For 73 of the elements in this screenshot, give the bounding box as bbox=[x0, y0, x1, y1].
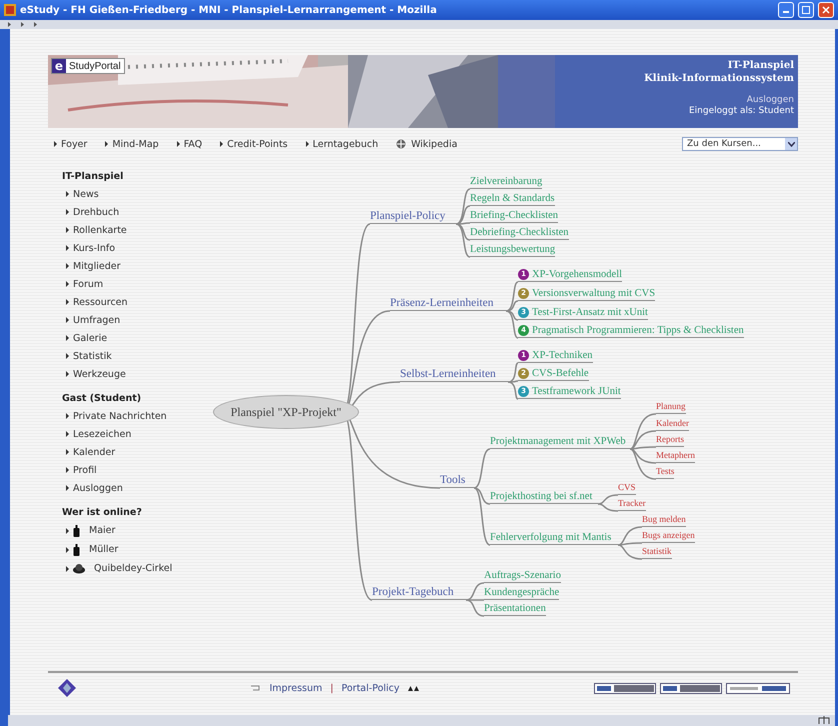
sidebar-link[interactable]: Quibeldey-Cirkel bbox=[62, 559, 200, 578]
nav-link[interactable]: Credit-Points bbox=[220, 138, 288, 150]
mindmap-link[interactable]: Planspiel-Policy bbox=[370, 209, 456, 224]
sidebar-link[interactable]: Galerie bbox=[62, 329, 200, 347]
mindmap-link[interactable]: Fehlerverfolgung mit Mantis bbox=[490, 530, 618, 545]
sidebar-link[interactable]: Kalender bbox=[62, 443, 200, 461]
mindmap-link[interactable]: Tests bbox=[656, 464, 674, 479]
mindmap-link[interactable]: Projekt-Tagebuch bbox=[372, 585, 466, 600]
mindmap-link[interactable]: Briefing-Checklisten bbox=[470, 208, 558, 223]
mindmap-link[interactable]: Regeln & Standards bbox=[470, 191, 555, 206]
sidebar-link[interactable]: Maier bbox=[62, 521, 200, 540]
section-title: Wer ist online? bbox=[62, 507, 143, 518]
mindmap-link[interactable]: Präsentationen bbox=[484, 601, 546, 616]
mindmap-link[interactable]: Selbst-Lerneinheiten bbox=[400, 367, 508, 382]
node-label: CVS-Befehle bbox=[532, 368, 589, 378]
node-label: Testframework JUnit bbox=[532, 386, 621, 396]
sidebar-link[interactable]: Ausloggen bbox=[62, 479, 200, 497]
mindmap-link[interactable]: Statistik bbox=[642, 544, 672, 559]
node-label: XP-Techniken bbox=[532, 350, 592, 360]
section-title: Gast (Student) bbox=[62, 393, 142, 404]
mindmap-link[interactable]: Projekthosting bei sf.net bbox=[490, 489, 598, 504]
section-title: IT-Planspiel bbox=[62, 171, 124, 182]
footer-link[interactable]: Impressum bbox=[269, 682, 322, 694]
logo-text: StudyPortal bbox=[68, 60, 122, 72]
link-separator: | bbox=[330, 682, 334, 694]
mindmap-link[interactable]: Leistungsbewertung bbox=[470, 242, 556, 257]
mindmap-link[interactable]: Auftrags-Szenario bbox=[484, 568, 561, 583]
sidebar-link[interactable]: Drehbuch bbox=[62, 203, 200, 221]
sidebar-link[interactable]: Werkzeuge bbox=[62, 365, 200, 383]
window-title: eStudy - FH Gießen-Friedberg - MNI - Planspiel-Lernarrangement - Mozilla bbox=[20, 4, 438, 16]
mindmap-link[interactable]: Tracker bbox=[618, 496, 646, 511]
node-label: Test-First-Ansatz mit xUnit bbox=[532, 306, 648, 318]
mindmap-link[interactable]: Zielvereinbarung bbox=[470, 174, 542, 189]
mindmap-link[interactable]: Bugs anzeigen bbox=[642, 528, 695, 543]
nav-link[interactable]: Mind-Map bbox=[105, 138, 159, 150]
site-subtitle: Klinik-Informationssystem bbox=[644, 72, 794, 85]
node-label: Versionsverwaltung mit CVS bbox=[532, 288, 656, 298]
sidebar-link[interactable]: News bbox=[62, 185, 200, 203]
node-label: Pragmatisch Programmieren: Tipps & Checklisten bbox=[532, 324, 744, 336]
mindmap-link[interactable]: Projektmanagement mit XPWeb bbox=[490, 434, 630, 449]
mindmap-link[interactable]: CVS bbox=[618, 480, 636, 495]
mindmap-link[interactable]: Kundengespräche bbox=[484, 585, 560, 600]
logo-mark: e bbox=[52, 59, 66, 73]
sidebar-link[interactable]: Private Nachrichten bbox=[62, 407, 200, 425]
nav-link[interactable]: Lerntagebuch bbox=[306, 138, 378, 150]
sidebar-link[interactable]: Forum bbox=[62, 275, 200, 293]
footer-link[interactable]: Portal-Policy bbox=[341, 682, 400, 694]
logout-link[interactable]: Ausloggen bbox=[746, 95, 794, 106]
mindmap-link[interactable]: Kalender bbox=[656, 416, 689, 431]
nav-link[interactable]: Foyer bbox=[54, 138, 88, 150]
sidebar-link[interactable]: Ressourcen bbox=[62, 293, 200, 311]
mindmap-link[interactable]: Metaphern bbox=[656, 448, 695, 463]
sidebar-link[interactable]: Umfragen bbox=[62, 311, 200, 329]
mindmap-link[interactable]: Präsenz-Lerneinheiten bbox=[390, 296, 506, 311]
root-node[interactable]: Planspiel "XP-Projekt" bbox=[213, 395, 359, 429]
mindmap-link[interactable]: Planung bbox=[656, 399, 686, 414]
node-label: XP-Vorgehensmodell bbox=[532, 268, 622, 280]
sidebar-link[interactable]: Müller bbox=[62, 540, 200, 559]
login-status: Eingeloggt als: Student bbox=[689, 106, 794, 117]
course-select[interactable]: Zu den Kursen... bbox=[682, 137, 798, 151]
mindmap-link[interactable]: Debriefing-Checklisten bbox=[470, 225, 569, 240]
mindmap-link[interactable]: Tools bbox=[440, 473, 474, 488]
site-title: IT-Planspiel bbox=[728, 59, 794, 72]
mindmap-link[interactable]: Reports bbox=[656, 432, 684, 447]
nav-link[interactable]: FAQ bbox=[176, 138, 202, 150]
sidebar-link[interactable]: Lesezeichen bbox=[62, 425, 200, 443]
sidebar-link[interactable]: Mitglieder bbox=[62, 257, 200, 275]
sidebar-link[interactable]: Rollenkarte bbox=[62, 221, 200, 239]
sidebar-link[interactable]: Statistik bbox=[62, 347, 200, 365]
sidebar-link[interactable]: Profil bbox=[62, 461, 200, 479]
nav-link[interactable]: Wikipedia bbox=[396, 138, 458, 150]
mindmap-link[interactable]: Bug melden bbox=[642, 512, 686, 527]
sidebar-link[interactable]: Kurs-Info bbox=[62, 239, 200, 257]
